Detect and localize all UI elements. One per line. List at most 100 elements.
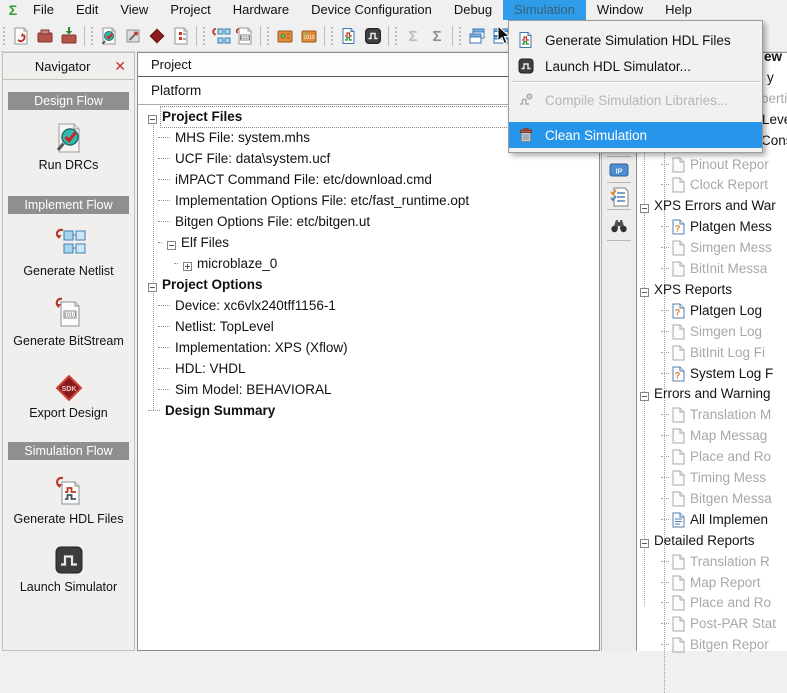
sigma-light-button[interactable]: Σ — [401, 24, 425, 48]
tree-connector — [158, 347, 170, 348]
menu-project[interactable]: Project — [159, 0, 221, 20]
nav-item-generate-netlist[interactable]: Generate Netlist — [3, 226, 134, 278]
generate-netlist-button[interactable] — [209, 24, 233, 48]
launch-simulator-button[interactable] — [361, 24, 385, 48]
import-design-button[interactable] — [57, 24, 81, 48]
toolbar-drag-handle[interactable] — [331, 26, 333, 45]
report-tree-row[interactable]: Errors and Warning — [637, 383, 787, 404]
report-tree-row[interactable]: All Implemen — [637, 509, 787, 530]
tree-row[interactable]: iMPACT Command File: etc/download.cmd — [138, 169, 599, 190]
nav-item-generate-hdl-files[interactable]: Generate HDL Files — [3, 474, 134, 526]
view-ports-icon — [123, 26, 143, 46]
generate-sim-hdl-button[interactable] — [337, 24, 361, 48]
toolbar-drag-handle[interactable] — [91, 26, 93, 45]
report-tree-row[interactable]: Translation R — [637, 551, 787, 572]
menu-device-configuration[interactable]: Device Configuration — [300, 0, 443, 20]
save-file-button[interactable] — [9, 24, 33, 48]
report-tree-row[interactable]: Map Messag — [637, 425, 787, 446]
ip-catalog-button[interactable]: IP — [608, 159, 630, 181]
doc-icon — [672, 470, 685, 486]
tree-row[interactable]: Implementation Options File: etc/fast_ru… — [138, 190, 599, 211]
toolbar-drag-handle[interactable] — [203, 26, 205, 45]
tree-row[interactable]: Bitgen Options File: etc/bitgen.ut — [138, 211, 599, 232]
doc-icon — [672, 177, 685, 193]
menu-edit[interactable]: Edit — [65, 0, 109, 20]
tree-row[interactable]: Device: xc6vlx240tff1156-1 — [138, 295, 599, 316]
report-tree-row[interactable]: BitInit Messa — [637, 258, 787, 279]
report-tree-row[interactable]: Post-PAR Stat — [637, 613, 787, 634]
tree-row[interactable]: Project Options — [138, 274, 599, 295]
menu-window[interactable]: Window — [586, 0, 654, 20]
nav-item-generate-bitstream[interactable]: 1010 Generate BitStream — [3, 296, 134, 348]
nav-item-label: Launch Simulator — [19, 580, 118, 594]
open-project-button[interactable] — [33, 24, 57, 48]
cascade-windows-button[interactable] — [465, 24, 489, 48]
expand-icon[interactable] — [183, 259, 192, 271]
tree-row[interactable]: microblaze_0 — [138, 253, 599, 274]
menu-item-clean-simulation[interactable]: Clean Simulation — [509, 122, 762, 148]
tree-row-label: Project Files — [162, 109, 243, 124]
menu-file[interactable]: File — [22, 0, 65, 20]
collapse-icon[interactable] — [148, 112, 157, 124]
report-tree-row[interactable]: ? Platgen Mess — [637, 216, 787, 237]
report-tree-row[interactable]: XPS Reports — [637, 279, 787, 300]
menu-debug[interactable]: Debug — [443, 0, 503, 20]
svg-text:Σ: Σ — [432, 28, 441, 45]
report-tree-row[interactable]: Pinout Repor — [637, 154, 787, 175]
report-tree-row[interactable]: Timing Mess — [637, 467, 787, 488]
menu-simulation[interactable]: Simulation — [503, 0, 586, 20]
menu-item-generate-simulation-hdl-files[interactable]: Generate Simulation HDL Files — [509, 28, 762, 52]
collapse-icon[interactable] — [167, 238, 176, 250]
menu-help[interactable]: Help — [654, 0, 703, 20]
tree-row[interactable]: Design Summary — [138, 400, 599, 421]
collapse-icon[interactable] — [148, 280, 157, 292]
tree-row[interactable]: Netlist: TopLevel — [138, 316, 599, 337]
export-sdk-button[interactable] — [145, 24, 169, 48]
toolbar-drag-handle[interactable] — [459, 26, 461, 45]
view-ports-button[interactable] — [121, 24, 145, 48]
tree-row[interactable]: Implementation: XPS (Xflow) — [138, 337, 599, 358]
tree-connector — [661, 456, 669, 457]
collapse-icon[interactable] — [640, 285, 649, 297]
toolbar-drag-handle[interactable] — [267, 26, 269, 45]
report-tree-row[interactable]: Place and Ro — [637, 446, 787, 467]
report-tree-row[interactable]: Bitgen Messa — [637, 488, 787, 509]
nav-item-export-design[interactable]: SDK Export Design — [3, 368, 134, 420]
report-tree-row[interactable]: Map Report — [637, 572, 787, 593]
report-tree-row[interactable]: Clock Report — [637, 174, 787, 195]
report-tree-row[interactable]: Simgen Log — [637, 321, 787, 342]
checklist-button[interactable] — [608, 186, 630, 208]
report-tree-row[interactable]: ? System Log F — [637, 363, 787, 384]
close-icon[interactable]: ✕ — [114, 59, 126, 73]
tree-row[interactable]: HDL: VHDL — [138, 358, 599, 379]
report-tree-row[interactable]: ? Platgen Log — [637, 300, 787, 321]
report-tree-row[interactable]: Bitgen Repor — [637, 634, 787, 655]
tree-row[interactable]: Sim Model: BEHAVIORAL — [138, 379, 599, 400]
menu-view[interactable]: View — [109, 0, 159, 20]
generate-bitstream-button[interactable]: 1010 — [233, 24, 257, 48]
report-tree-row[interactable]: Simgen Mess — [637, 237, 787, 258]
nav-item-run-drcs[interactable]: Run DRCs — [3, 120, 134, 172]
collapse-icon[interactable] — [640, 536, 649, 548]
toolbar-drag-handle[interactable] — [395, 26, 397, 45]
menu-item-launch-hdl-simulator[interactable]: Launch HDL Simulator... — [509, 54, 762, 78]
doc-icon — [672, 491, 685, 507]
collapse-icon[interactable] — [640, 201, 649, 213]
menu-hardware[interactable]: Hardware — [222, 0, 300, 20]
nav-item-launch-simulator[interactable]: Launch Simulator — [3, 542, 134, 594]
sigma-dark-button[interactable]: Σ — [425, 24, 449, 48]
tree-row[interactable]: Elf Files — [138, 232, 599, 253]
report-tree-row[interactable]: BitInit Log Fi — [637, 342, 787, 363]
report-tree-row[interactable]: Detailed Reports — [637, 530, 787, 551]
program-device-button[interactable] — [273, 24, 297, 48]
report-tree-row[interactable]: Place and Ro — [637, 592, 787, 613]
report-tree-row[interactable]: Translation M — [637, 404, 787, 425]
collapse-icon[interactable] — [640, 389, 649, 401]
run-drcs-button[interactable] — [97, 24, 121, 48]
tree-connector — [661, 414, 669, 415]
report-tree-row[interactable]: XPS Errors and War — [637, 195, 787, 216]
debug-module-button[interactable] — [169, 24, 193, 48]
toolbar-drag-handle[interactable] — [3, 26, 5, 45]
binoculars-button[interactable] — [608, 214, 630, 236]
download-bitstream-button[interactable]: 1010 — [297, 24, 321, 48]
